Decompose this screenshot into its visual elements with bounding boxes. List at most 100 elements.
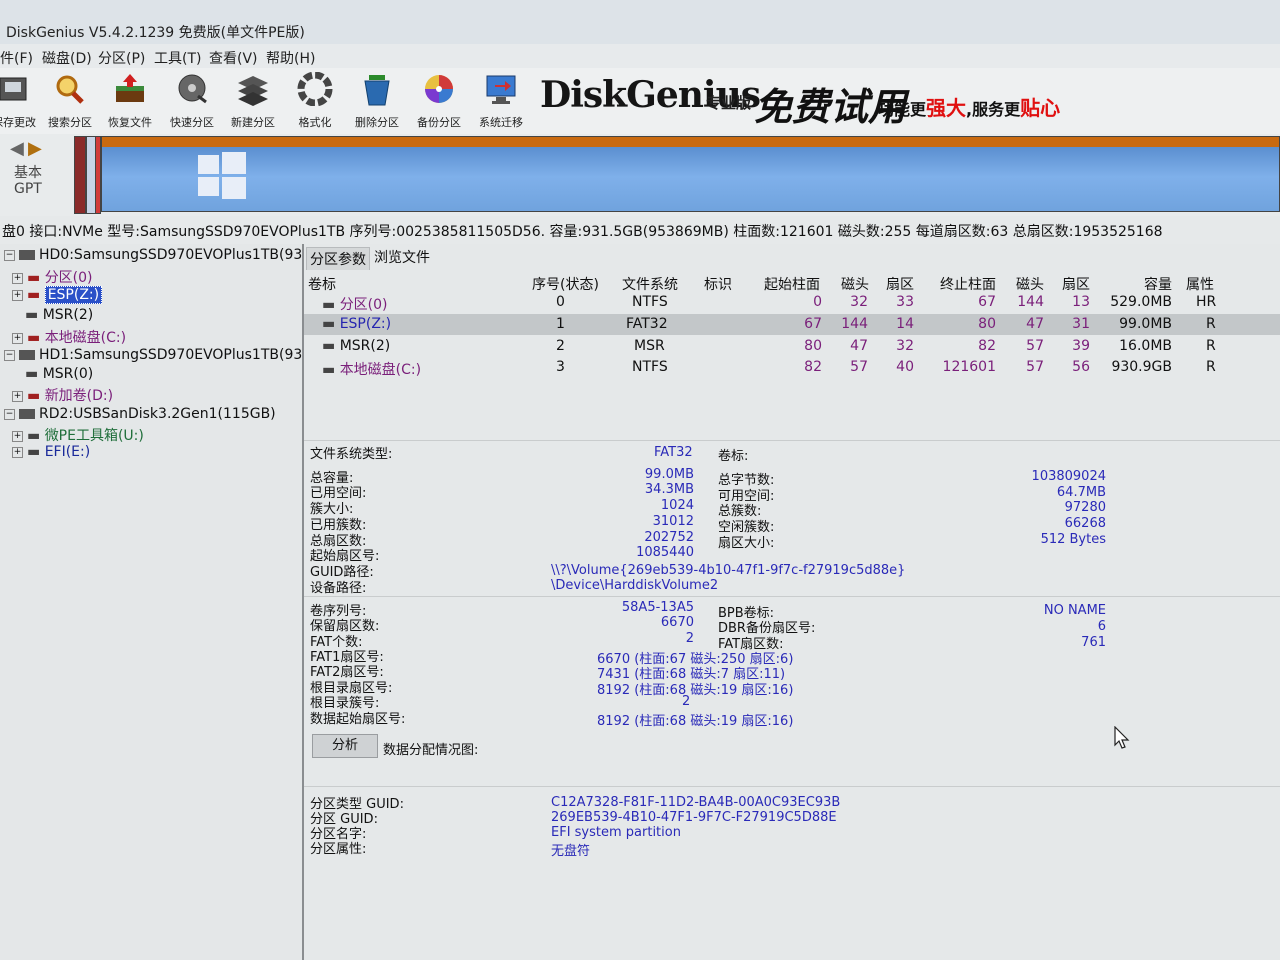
- detail-value: 2: [685, 631, 694, 646]
- detail-value: 2: [682, 694, 691, 709]
- row-index: 0: [556, 294, 565, 310]
- row-index: 1: [556, 316, 565, 332]
- partition-block-0[interactable]: [74, 136, 86, 214]
- menu-help[interactable]: 帮助(H): [266, 48, 315, 68]
- partition-icon: ▬: [322, 316, 336, 332]
- tab-partition-params[interactable]: 分区参数: [306, 247, 370, 270]
- banner-slogan-a: 功能更: [878, 100, 927, 119]
- row-attr: HR: [1196, 294, 1217, 310]
- expand-icon[interactable]: +: [12, 430, 23, 442]
- mouse-cursor-icon: [1114, 726, 1130, 749]
- prev-disk-arrow-icon[interactable]: ◀: [10, 138, 24, 159]
- banner-slogan-d: 贴心: [1020, 96, 1061, 120]
- tree-label: 微PE工具箱(U:): [44, 428, 144, 444]
- next-disk-arrow-icon[interactable]: ▶: [28, 138, 42, 159]
- tree-node-partition-0[interactable]: + ▬ 分区(0): [12, 267, 93, 286]
- menu-view[interactable]: 查看(V): [209, 48, 258, 68]
- row-index: 2: [556, 338, 565, 354]
- divider: [304, 786, 1280, 787]
- collapse-icon[interactable]: −: [4, 408, 15, 420]
- tree-label: MSR(0): [42, 366, 94, 382]
- tree-node-hd1[interactable]: − HD1:SamsungSSD970EVOPlus1TB(93: [4, 347, 302, 366]
- device-path-label: 设备路径:: [310, 581, 367, 596]
- col-header-start-head[interactable]: 磁头: [841, 274, 869, 294]
- search-partition-button[interactable]: 搜索分区: [40, 72, 100, 132]
- usb-disk-icon: [19, 409, 35, 419]
- delete-partition-button[interactable]: 删除分区: [347, 72, 407, 132]
- tree-node-wepe-u[interactable]: + ▬ 微PE工具箱(U:): [12, 425, 144, 444]
- row-start-head: 57: [850, 359, 868, 375]
- menu-partition[interactable]: 分区(P): [98, 48, 145, 68]
- menu-tools[interactable]: 工具(T): [154, 48, 201, 68]
- detail-label: 分区属性:: [310, 842, 367, 857]
- row-end-cyl: 121601: [942, 359, 996, 375]
- tree-node-hd0[interactable]: − HD0:SamsungSSD970EVOPlus1TB(93: [4, 247, 302, 266]
- tree-node-esp[interactable]: + ▬ ESP(Z:): [12, 286, 103, 306]
- recover-files-button[interactable]: 恢复文件: [100, 72, 160, 132]
- analyze-button[interactable]: 分析: [312, 734, 378, 758]
- row-end-sector: 56: [1072, 359, 1090, 375]
- tree-node-efi-e[interactable]: + ▬ EFI(E:): [12, 444, 90, 463]
- alloc-map-label: 数据分配情况图:: [383, 743, 479, 758]
- tree-node-msr0[interactable]: ▬ MSR(0): [25, 366, 93, 385]
- menu-disk[interactable]: 磁盘(D): [42, 48, 92, 68]
- quick-partition-button[interactable]: 快速分区: [162, 72, 222, 132]
- row-name-text: ESP(Z:): [339, 316, 392, 332]
- col-header-capacity[interactable]: 容量: [1144, 274, 1172, 294]
- table-row[interactable]: ▬ MSR(2) 2 MSR 80 47 32 82 57 39 16.0MB …: [304, 336, 1280, 357]
- format-button[interactable]: 格式化: [285, 72, 345, 132]
- backup-partition-button[interactable]: 备份分区: [409, 72, 469, 132]
- table-row[interactable]: ▬ 本地磁盘(C:) 3 NTFS 82 57 40 121601 57 56 …: [304, 357, 1280, 378]
- detail-value: NO NAME: [1043, 603, 1106, 618]
- main-panel: 分区参数 浏览文件 卷标 序号(状态) 文件系统 标识 起始柱面 磁头 扇区 终…: [304, 244, 1280, 960]
- volume-label-label: 卷标:: [718, 449, 749, 464]
- col-header-flag[interactable]: 标识: [704, 274, 732, 294]
- recover-icon: [116, 74, 144, 102]
- expand-icon[interactable]: +: [12, 390, 23, 402]
- new-partition-button[interactable]: 新建分区: [223, 72, 283, 132]
- diskgenius-banner[interactable]: DiskGenius 专业版 免费试用 功能更强大,服务更贴心: [540, 70, 1100, 134]
- row-name-text: MSR(2): [339, 338, 391, 354]
- row-end-cyl: 80: [978, 316, 996, 332]
- col-header-index[interactable]: 序号(状态): [532, 274, 599, 294]
- tree-node-local-c[interactable]: + ▬ 本地磁盘(C:): [12, 327, 126, 346]
- row-start-sector: 40: [896, 359, 914, 375]
- collapse-icon[interactable]: −: [4, 349, 15, 361]
- row-end-cyl: 67: [978, 294, 996, 310]
- tree-node-new-volume-d[interactable]: + ▬ 新加卷(D:): [12, 385, 113, 404]
- tree-node-rd2[interactable]: − RD2:USBSanDisk3.2Gen1(115GB): [4, 406, 276, 425]
- col-header-end-cyl[interactable]: 终止柱面: [940, 274, 996, 294]
- row-start-head: 144: [841, 316, 868, 332]
- col-header-start-cyl[interactable]: 起始柱面: [764, 274, 820, 294]
- detail-value: 58A5-13A5: [621, 600, 694, 615]
- tree-node-msr2[interactable]: ▬ MSR(2): [25, 307, 93, 326]
- col-header-end-head[interactable]: 磁头: [1016, 274, 1044, 294]
- expand-icon[interactable]: +: [12, 332, 23, 344]
- row-fs: FAT32: [626, 316, 668, 332]
- menu-file[interactable]: 件(F): [0, 48, 33, 68]
- system-migrate-button[interactable]: 系统迁移: [471, 72, 531, 132]
- tab-browse-files[interactable]: 浏览文件: [374, 247, 430, 267]
- col-header-fs[interactable]: 文件系统: [622, 274, 678, 294]
- tree-label: 分区(0): [44, 270, 93, 286]
- format-icon: [297, 72, 333, 106]
- expand-icon[interactable]: +: [12, 272, 23, 284]
- expand-icon[interactable]: +: [12, 446, 23, 458]
- expand-icon[interactable]: +: [12, 289, 23, 301]
- migrate-icon: [486, 75, 516, 104]
- partition-block-c[interactable]: [101, 136, 1280, 212]
- col-header-label[interactable]: 卷标: [308, 274, 336, 294]
- collapse-icon[interactable]: −: [4, 249, 15, 261]
- table-row[interactable]: ▬ 分区(0) 0 NTFS 0 32 33 67 144 13 529.0MB…: [304, 292, 1280, 313]
- col-header-end-sector[interactable]: 扇区: [1062, 274, 1090, 294]
- save-button[interactable]: 保存更改: [0, 72, 44, 132]
- col-header-attr[interactable]: 属性: [1186, 274, 1214, 294]
- detail-value: 99.0MB: [644, 467, 694, 482]
- tree-label: MSR(2): [42, 307, 94, 323]
- disk-info-text: 盘0 接口:NVMe 型号:SamsungSSD970EVOPlus1TB 序列…: [2, 224, 1163, 240]
- disk-type-label: 基本: [14, 165, 42, 181]
- col-header-start-sector[interactable]: 扇区: [886, 274, 914, 294]
- row-end-head: 144: [1017, 294, 1044, 310]
- disk-icon: [19, 350, 35, 360]
- table-row-selected[interactable]: ▬ ESP(Z:) 1 FAT32 67 144 14 80 47 31 99.…: [304, 314, 1280, 335]
